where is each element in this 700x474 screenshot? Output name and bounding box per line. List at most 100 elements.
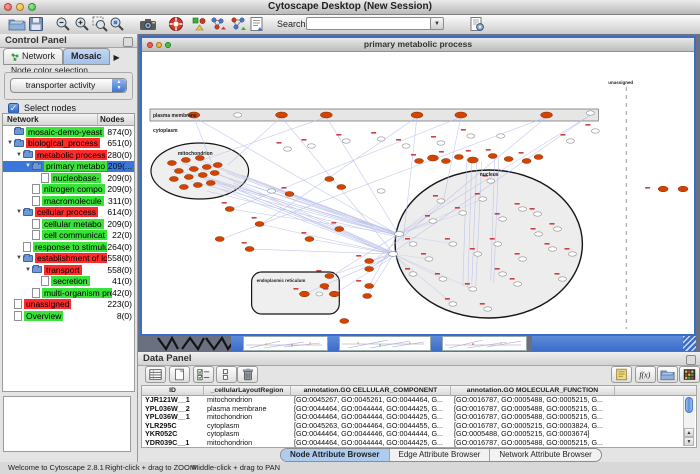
- expander-icon[interactable]: ▼: [15, 152, 23, 158]
- table-row[interactable]: YKR052Ccytoplasm[GO:0044464, GO:0044446,…: [142, 430, 696, 439]
- background-window[interactable]: [442, 336, 527, 351]
- tab-mosaic[interactable]: Mosaic: [63, 48, 110, 65]
- tree-row-metabolic-process[interactable]: ▼metabolic process280(0): [3, 149, 134, 161]
- background-window-edge[interactable]: [231, 336, 243, 351]
- page-icon: [41, 276, 49, 286]
- attribute-table-icon[interactable]: [145, 366, 166, 383]
- tree-row-cell-communication[interactable]: cell communicat22(0): [3, 230, 134, 242]
- frame-minimize-button[interactable]: [156, 42, 162, 48]
- search-input[interactable]: [306, 17, 432, 30]
- tree-row-establishment-of-localization[interactable]: ▼establishment of lo558(0): [3, 253, 134, 265]
- tree-row-nitrogen-compound[interactable]: nitrogen compo209(0): [3, 184, 134, 196]
- birds-eye-view[interactable]: [3, 396, 131, 452]
- background-window[interactable]: [243, 336, 328, 351]
- select-attributes-icon[interactable]: [193, 366, 214, 383]
- select-nodes-checkbox[interactable]: ✓: [8, 103, 19, 114]
- expander-icon[interactable]: ▼: [24, 267, 32, 273]
- zoom-window-button[interactable]: [28, 3, 36, 11]
- folder-icon: [14, 128, 24, 135]
- table-scrollbar[interactable]: ▲ ▼: [683, 396, 695, 446]
- network-canvas[interactable]: plasma membrane cytoplasm mitochondrion …: [142, 51, 694, 334]
- scroll-up-icon[interactable]: ▲: [684, 428, 694, 437]
- import-network-icon[interactable]: [209, 16, 227, 32]
- configure-search-icon[interactable]: [468, 16, 486, 32]
- nucleus-label: nucleus: [480, 172, 499, 178]
- plasma-membrane-region: [150, 109, 598, 121]
- resize-grip-icon[interactable]: [683, 336, 696, 351]
- column-cellular-layout-region[interactable]: _cellularLayoutRegion: [204, 386, 291, 395]
- folder-icon: [23, 209, 33, 216]
- close-button[interactable]: [4, 3, 12, 11]
- minimize-button[interactable]: [16, 3, 24, 11]
- tab-node-attribute-browser[interactable]: Node Attribute Browser: [281, 449, 390, 461]
- expander-icon[interactable]: ▼: [24, 163, 32, 169]
- table-row[interactable]: YDR039C__1mitochondrion[GO:0044464, GO:0…: [142, 439, 696, 448]
- formula-builder-icon[interactable]: f(x): [635, 366, 656, 383]
- table-row[interactable]: YJR121W__1mitochondrion[GO:0045267, GO:0…: [142, 396, 696, 405]
- annotation-icon[interactable]: [249, 16, 264, 32]
- control-panel: Control Panel Network Mosaic ▶ Node colo…: [0, 34, 138, 462]
- frame-close-button[interactable]: [147, 42, 153, 48]
- column-go-cellular-component[interactable]: annotation.GO CELLULAR_COMPONENT: [291, 386, 451, 395]
- tree-row-cellular-process[interactable]: ▼cellular process614(0): [3, 207, 134, 219]
- column-id[interactable]: ID: [142, 386, 204, 395]
- zoom-out-icon[interactable]: [54, 16, 72, 32]
- column-nodes[interactable]: Nodes: [98, 114, 134, 125]
- frame-bottom-edge[interactable]: [532, 336, 696, 351]
- zoom-fit-icon[interactable]: [108, 16, 126, 32]
- expander-icon[interactable]: ▼: [15, 255, 23, 261]
- scroll-down-icon[interactable]: ▼: [684, 437, 694, 446]
- tree-row-macromolecule[interactable]: macromolecule311(0): [3, 195, 134, 207]
- tab-edge-attribute-browser[interactable]: Edge Attribute Browser: [390, 449, 491, 461]
- tree-row-secretion[interactable]: secretion41(0): [3, 276, 134, 288]
- tree-row-overview[interactable]: Overview8(0): [3, 310, 134, 322]
- table-row[interactable]: YLR295Ccytoplasm[GO:0045263, GO:0044464,…: [142, 422, 696, 431]
- attribute-matrix-icon[interactable]: [679, 366, 700, 383]
- tree-row-cellular-metabolic[interactable]: cellular metabo209(0): [3, 218, 134, 230]
- column-go-molecular-function[interactable]: annotation.GO MOLECULAR_FUNCTION: [451, 386, 615, 395]
- scrollbar-thumb[interactable]: [685, 397, 693, 413]
- folder-icon: [32, 163, 42, 170]
- vizmapper-icon[interactable]: [192, 16, 206, 32]
- tree-row-nucleobase[interactable]: nucleobase-209(0): [3, 172, 134, 184]
- more-tabs-icon[interactable]: ▶: [114, 50, 120, 65]
- data-panel-header: Data Panel: [138, 352, 700, 366]
- column-network[interactable]: Network: [3, 114, 98, 125]
- background-window[interactable]: [339, 336, 431, 351]
- create-network-view-icon[interactable]: [229, 16, 247, 32]
- table-row[interactable]: YPL036W__2plasma membrane[GO:0044464, GO…: [142, 405, 696, 414]
- unselect-attributes-icon[interactable]: [216, 366, 237, 383]
- tab-network[interactable]: Network: [3, 48, 63, 65]
- export-image-icon[interactable]: [139, 16, 157, 32]
- float-panel-icon[interactable]: [686, 355, 696, 365]
- expander-icon[interactable]: ▼: [15, 209, 23, 215]
- tree-row-multi-organism[interactable]: multi-organism pro42(0): [3, 287, 134, 299]
- help-ring-icon[interactable]: [167, 16, 185, 32]
- open-session-icon[interactable]: [8, 16, 26, 32]
- frame-zoom-button[interactable]: [165, 42, 171, 48]
- float-panel-icon[interactable]: [123, 37, 133, 47]
- control-panel-header: Control Panel: [0, 34, 137, 48]
- background-window-edge[interactable]: [328, 336, 339, 351]
- tree-row-biological-process[interactable]: ▼biological_process651(0): [3, 138, 134, 150]
- tree-row-mosaic-demo-yeast[interactable]: mosaic-demo-yeast874(0): [3, 126, 134, 138]
- tree-row-response-to-stimulus[interactable]: response to stimulu264(0): [3, 241, 134, 253]
- tree-row-unassigned[interactable]: unassigned223(0): [3, 299, 134, 311]
- tab-network-attribute-browser[interactable]: Network Attribute Browser: [490, 449, 600, 461]
- node-color-dropdown[interactable]: transporter activity ▲▼: [10, 78, 127, 93]
- tab-mosaic-label: Mosaic: [71, 49, 102, 64]
- tree-row-primary-metabolic[interactable]: ▼primary metabo209(...: [3, 161, 134, 173]
- delete-attribute-icon[interactable]: [237, 366, 258, 383]
- tree-row-transport[interactable]: ▼transport558(0): [3, 264, 134, 276]
- expander-icon[interactable]: ▼: [6, 140, 14, 146]
- import-attributes-icon[interactable]: [657, 366, 678, 383]
- table-row[interactable]: YPL036W__1mitochondrion[GO:0044464, GO:0…: [142, 413, 696, 422]
- new-attribute-icon[interactable]: [169, 366, 190, 383]
- page-icon: [32, 219, 40, 229]
- search-dropdown-icon[interactable]: ▼: [430, 17, 444, 30]
- save-session-icon[interactable]: [27, 16, 45, 32]
- zoom-in-icon[interactable]: [73, 16, 91, 32]
- background-window-edge[interactable]: [431, 336, 442, 351]
- zoom-selected-icon[interactable]: [91, 16, 109, 32]
- notes-icon[interactable]: [611, 366, 632, 383]
